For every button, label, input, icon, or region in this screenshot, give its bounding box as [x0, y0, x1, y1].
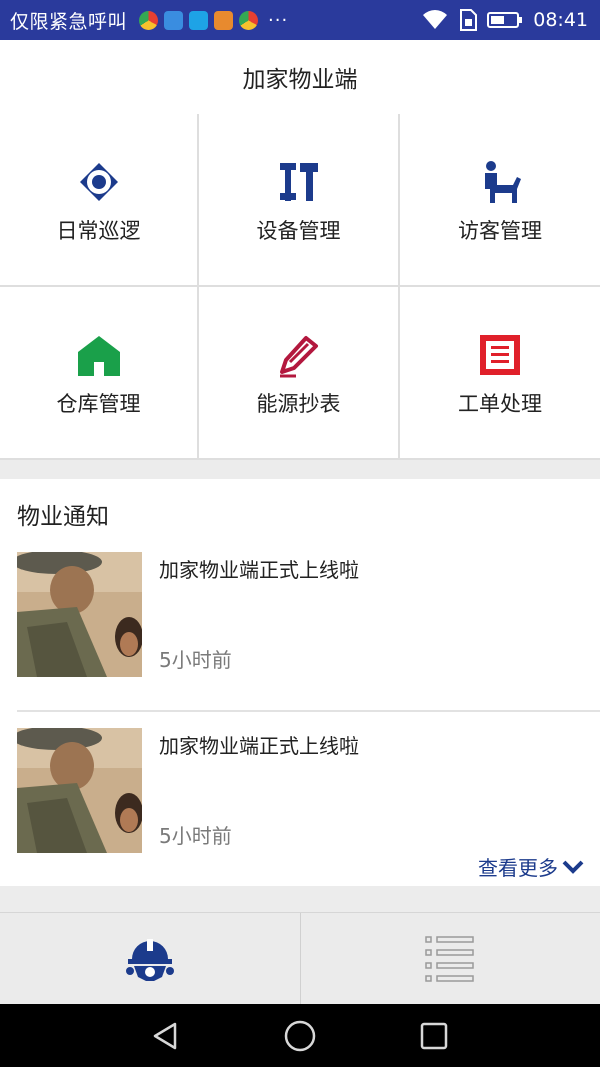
menu-item-label: 设备管理	[256, 218, 341, 243]
view-more-link[interactable]: 查看更多	[478, 852, 584, 881]
status-bar: 仅限紧急呼叫 ··· 08:41	[0, 0, 600, 40]
property-notices-section: 物业通知 加家物业端正式上线啦 5小时前 加家物业端正式上线啦 5小时前 查看更…	[0, 479, 600, 886]
list-item[interactable]: 加家物业端正式上线啦 5小时前	[0, 552, 600, 712]
more-notifications-indicator: ···	[268, 9, 289, 31]
menu-item-warehouse[interactable]: 仓库管理	[0, 287, 199, 460]
pencil-icon	[279, 335, 318, 377]
function-grid: 日常巡逻 设备管理 访客管理 仓库管理 能源抄表 工单处理	[0, 114, 600, 460]
menu-item-label: 仓库管理	[56, 391, 141, 416]
message-notification-icon	[189, 10, 209, 30]
app-header: 加家物业端	[0, 40, 600, 115]
divider	[17, 710, 600, 712]
menu-item-label: 访客管理	[458, 218, 542, 243]
news-title: 加家物业端正式上线啦	[159, 558, 359, 582]
home-icon[interactable]	[283, 1019, 317, 1053]
tools-icon	[279, 162, 318, 201]
news-time: 5小时前	[159, 648, 232, 672]
menu-item-label: 工单处理	[458, 391, 542, 416]
news-thumbnail	[17, 552, 142, 677]
chrome-notification-icon	[239, 10, 259, 30]
section-title: 物业通知	[17, 504, 109, 530]
chrome-notification-icon	[139, 10, 159, 30]
news-thumbnail	[17, 728, 142, 853]
warehouse-icon	[77, 335, 120, 376]
tab-home[interactable]	[0, 913, 300, 1005]
wifi-icon	[423, 10, 448, 29]
eye-icon	[79, 162, 118, 201]
news-time: 5小时前	[159, 824, 232, 848]
news-title: 加家物业端正式上线啦	[159, 734, 359, 758]
tab-list[interactable]	[299, 913, 600, 1005]
health-notification-icon	[164, 10, 184, 30]
recents-icon[interactable]	[419, 1021, 449, 1051]
visitor-icon	[485, 160, 521, 203]
menu-item-meter-reading[interactable]: 能源抄表	[199, 287, 400, 460]
menu-item-label: 日常巡逻	[56, 218, 141, 243]
view-more-label: 查看更多	[478, 856, 558, 880]
helmet-gear-icon	[125, 939, 174, 981]
menu-item-patrol[interactable]: 日常巡逻	[0, 114, 199, 287]
bottom-tab-bar	[0, 912, 600, 1005]
sim-card-icon	[460, 9, 478, 31]
clock: 08:41	[533, 9, 588, 31]
menu-item-label: 能源抄表	[256, 391, 341, 416]
carrier-text: 仅限紧急呼叫	[10, 10, 128, 33]
back-icon[interactable]	[151, 1021, 181, 1051]
list-icon	[425, 936, 474, 982]
system-nav-bar	[0, 1004, 600, 1067]
chevron-down-icon	[562, 860, 584, 874]
page-title: 加家物业端	[242, 67, 358, 93]
menu-item-equipment[interactable]: 设备管理	[199, 114, 400, 287]
app-notification-icon	[214, 10, 234, 30]
battery-icon	[487, 12, 523, 28]
document-icon	[480, 334, 520, 375]
menu-item-work-order[interactable]: 工单处理	[400, 287, 600, 460]
menu-item-visitor[interactable]: 访客管理	[400, 114, 600, 287]
